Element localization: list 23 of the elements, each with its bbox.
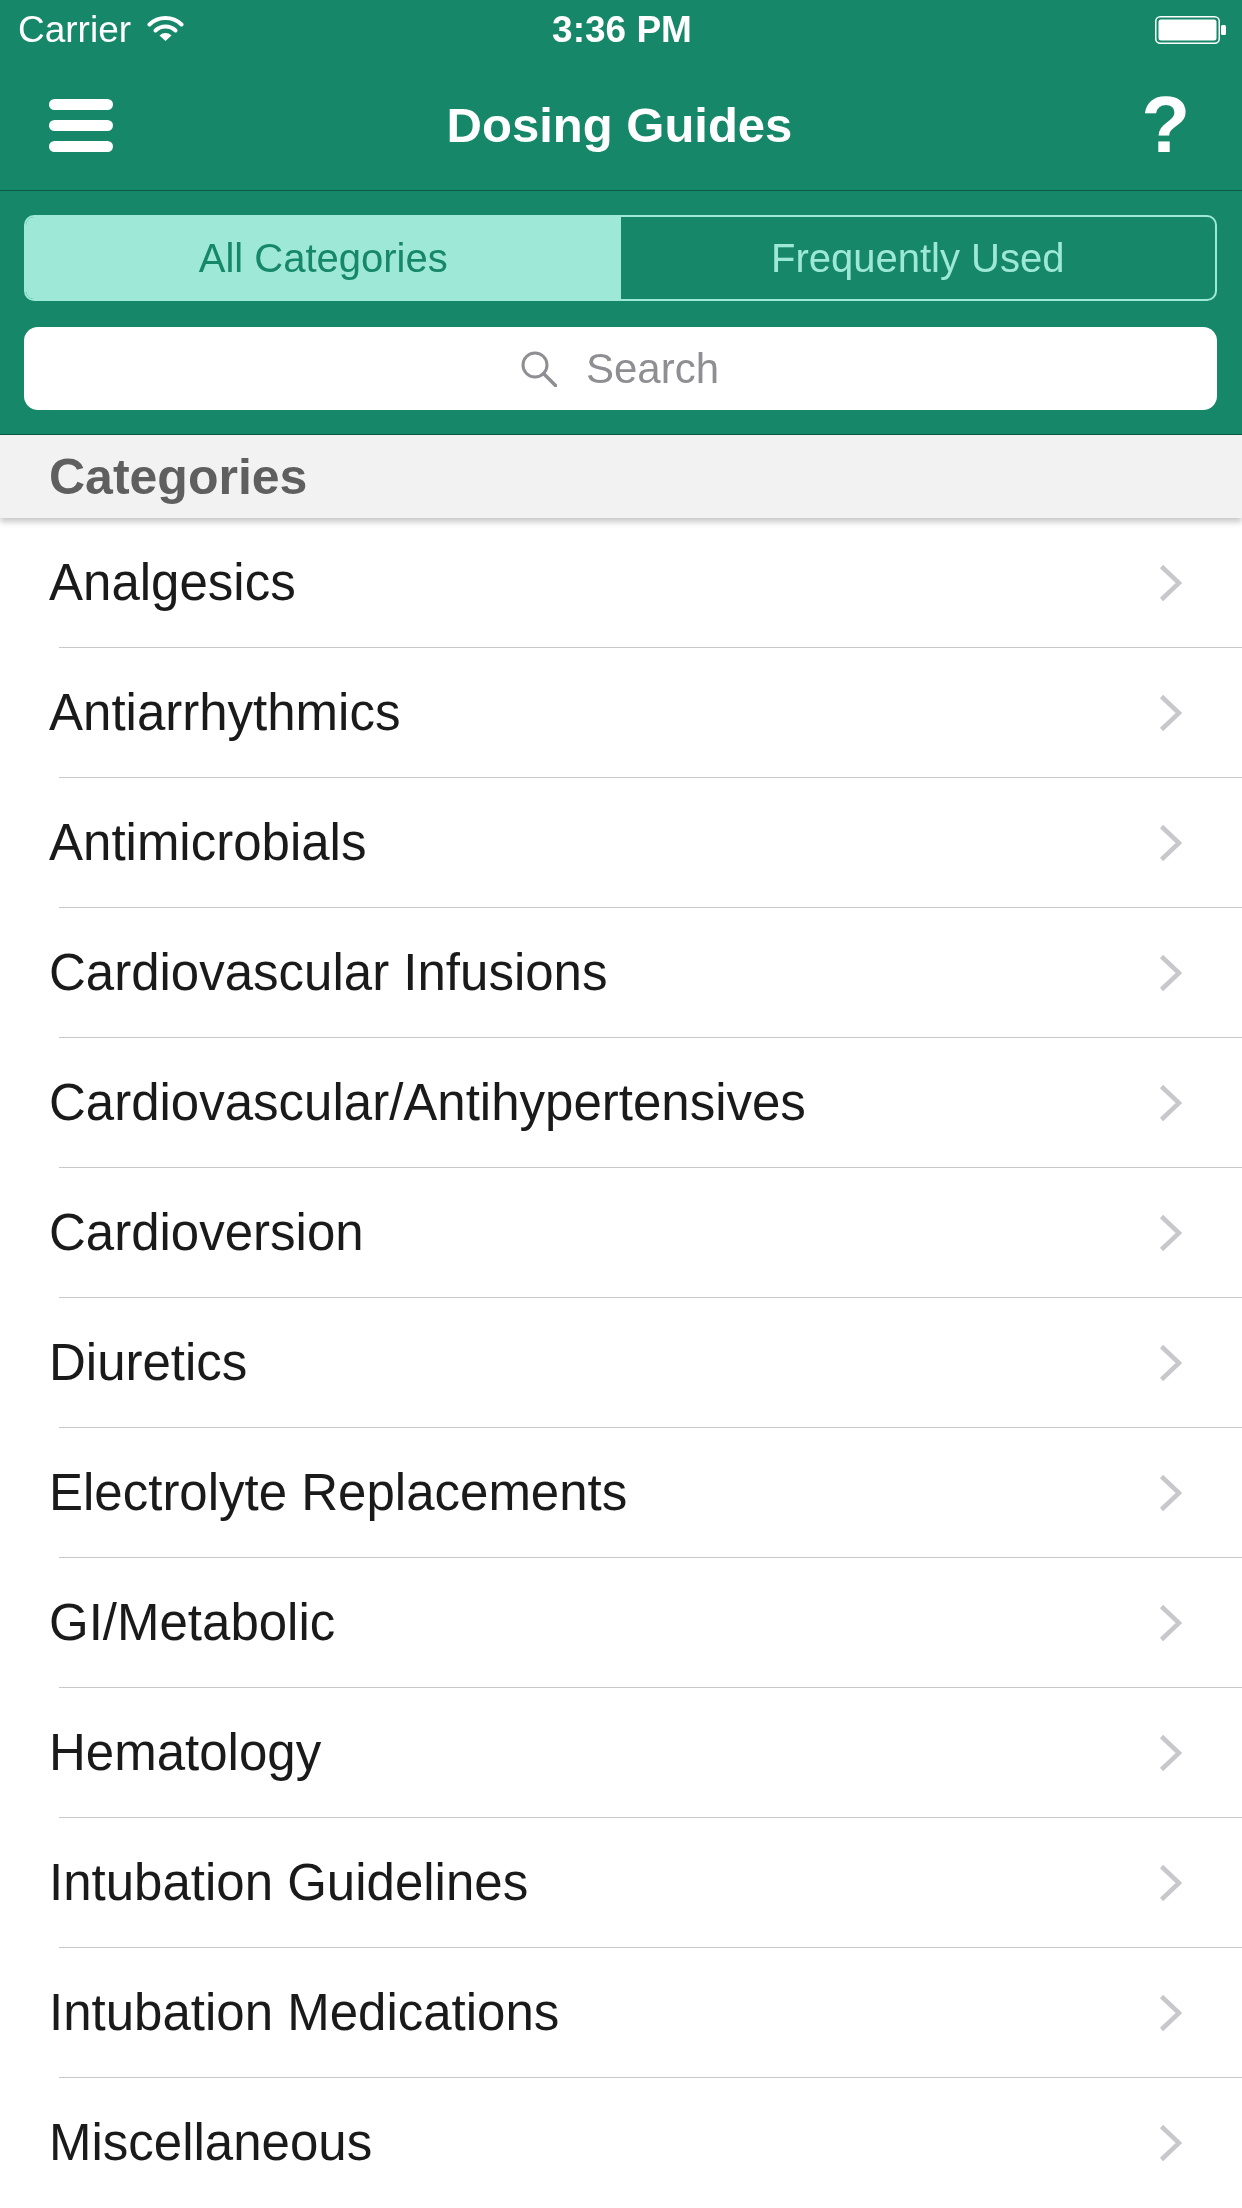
chevron-icon [1159, 823, 1182, 862]
wifi-icon [147, 14, 185, 42]
battery-icon [1155, 16, 1226, 44]
chevron-icon [1159, 953, 1182, 992]
chevron-icon [1159, 1733, 1182, 1772]
chevron-icon [1159, 1863, 1182, 1902]
carrier-name: Carrier [18, 9, 132, 51]
section-header: Categories [0, 435, 1242, 518]
chevron-icon [1159, 693, 1182, 732]
clock-time: 3:36 PM [552, 9, 692, 51]
chevron-icon [1159, 1083, 1182, 1122]
screen-title: Dosing Guides [446, 97, 793, 153]
chevron-icon [1159, 1343, 1182, 1382]
chevron-icon [1159, 2123, 1182, 2162]
help-button[interactable]: ? [1141, 85, 1190, 165]
search-field[interactable]: Search [24, 327, 1217, 410]
search-icon [520, 351, 557, 387]
menu-icon[interactable] [49, 98, 113, 152]
chevron-icon [1159, 563, 1182, 602]
chevron-icon [1159, 1993, 1182, 2032]
chevron-icon [1159, 1473, 1182, 1512]
chevron-icon [1159, 1213, 1182, 1252]
chevron-icon [1159, 1603, 1182, 1642]
